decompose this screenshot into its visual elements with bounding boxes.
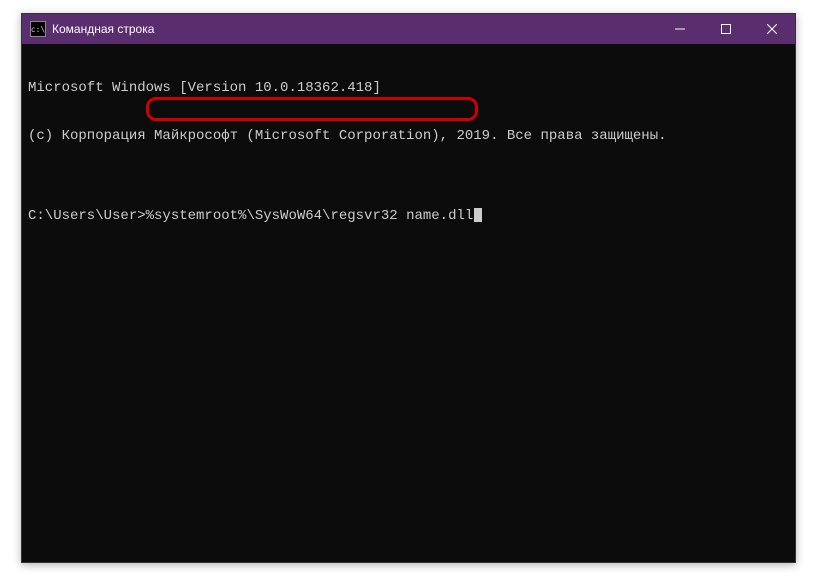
minimize-button[interactable] (657, 14, 703, 44)
terminal-line-copyright: (c) Корпорация Майкрософт (Microsoft Cor… (28, 128, 789, 144)
titlebar[interactable]: c:\ Командная строка (22, 14, 795, 44)
minimize-icon (675, 24, 685, 34)
cmd-window: c:\ Командная строка Microsoft Windows [… (21, 13, 796, 563)
cmd-icon: c:\ (30, 21, 46, 37)
close-button[interactable] (749, 14, 795, 44)
terminal-body[interactable]: Microsoft Windows [Version 10.0.18362.41… (22, 44, 795, 562)
terminal-cursor (474, 208, 482, 222)
annotation-highlight-box (146, 97, 478, 121)
terminal-prompt: C:\Users\User> (28, 208, 146, 224)
close-icon (767, 24, 777, 34)
maximize-icon (721, 24, 731, 34)
terminal-command: %systemroot%\SysWoW64\regsvr32 name.dll (146, 208, 474, 224)
window-title: Командная строка (52, 22, 154, 36)
window-controls (657, 14, 795, 44)
terminal-prompt-line: C:\Users\User>%systemroot%\SysWoW64\regs… (28, 208, 789, 224)
terminal-line-version: Microsoft Windows [Version 10.0.18362.41… (28, 80, 789, 96)
maximize-button[interactable] (703, 14, 749, 44)
